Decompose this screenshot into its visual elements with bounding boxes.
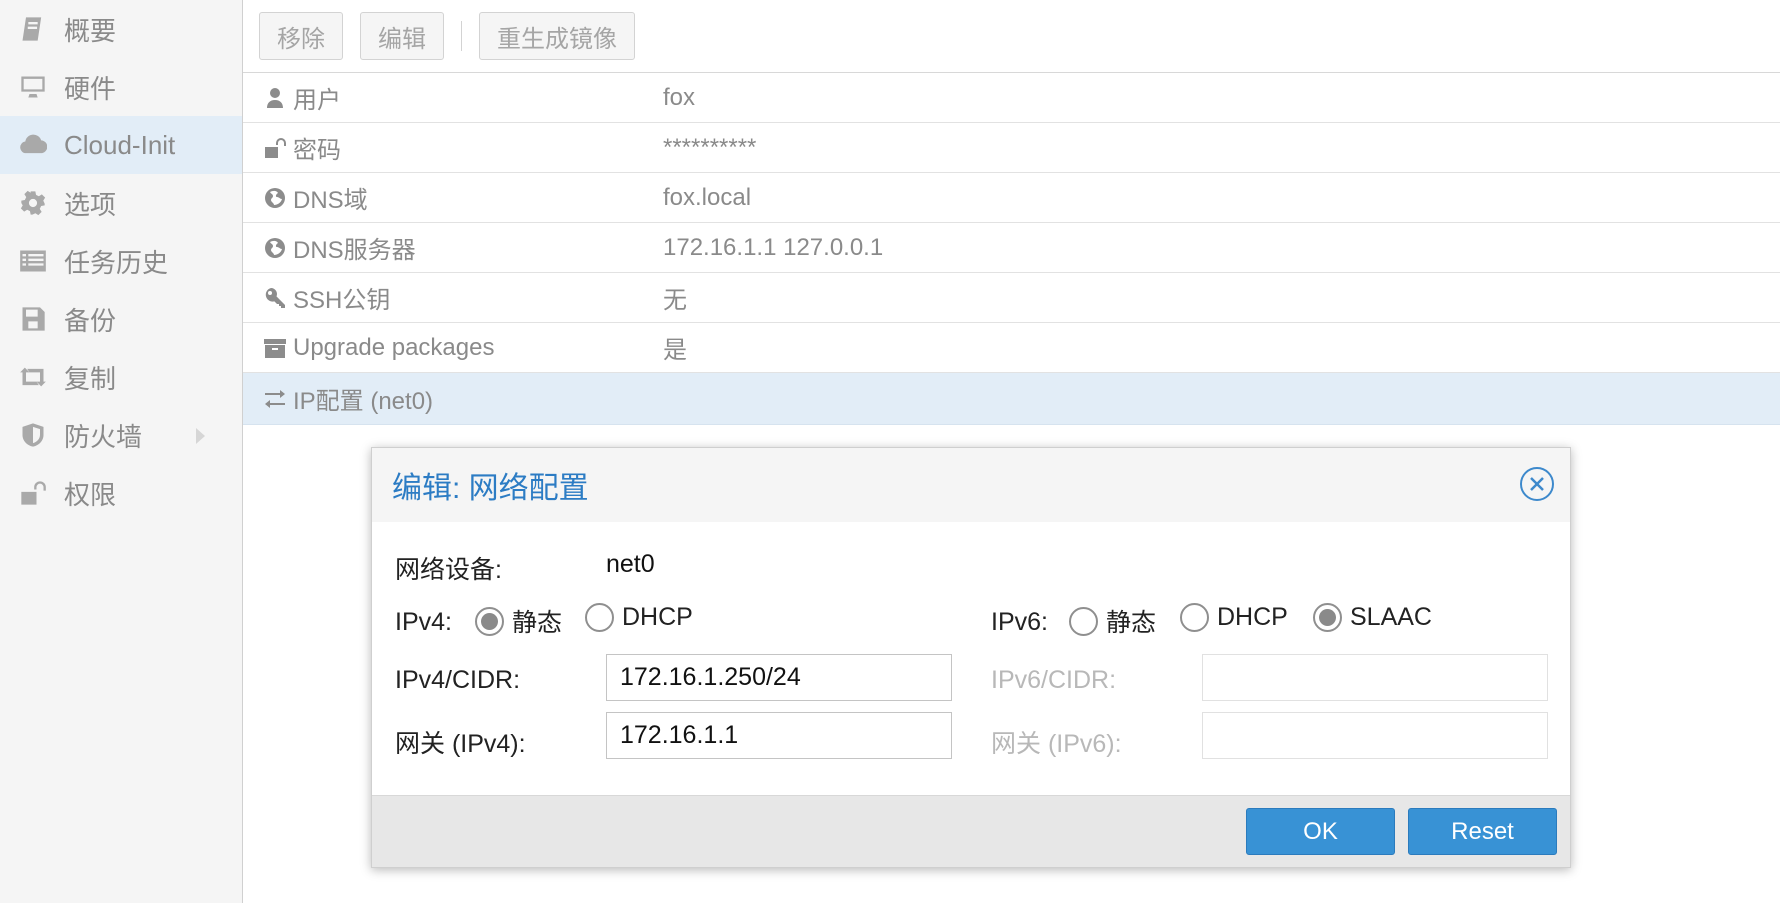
ipv6-label: IPv6: bbox=[991, 608, 1048, 636]
property-key: DNS域 bbox=[293, 187, 368, 214]
ipv6-cidr-input[interactable] bbox=[1202, 654, 1548, 701]
property-key: IP配置 (net0) bbox=[293, 388, 434, 415]
radio-label: DHCP bbox=[1217, 603, 1288, 631]
sidebar-item-hardware[interactable]: 硬件 bbox=[0, 58, 242, 116]
edit-button[interactable]: 编辑 bbox=[360, 12, 444, 60]
sidebar-item-summary[interactable]: 概要 bbox=[0, 0, 242, 58]
unlock-icon bbox=[265, 137, 286, 158]
ipv6-slaac-radio[interactable]: SLAAC bbox=[1313, 603, 1432, 632]
sidebar-item-permissions[interactable]: 权限 bbox=[0, 464, 242, 522]
ipv4-cidr-label: IPv4/CIDR: bbox=[395, 666, 521, 694]
property-value: 无 bbox=[663, 287, 687, 314]
radio-unchecked-icon bbox=[1180, 603, 1209, 632]
regenerate-image-button[interactable]: 重生成镜像 bbox=[479, 12, 635, 60]
properties-grid: 用户 fox 密码 ********** DNS域 fox.local DNS服… bbox=[243, 73, 1780, 425]
dialog-title: 编辑: 网络配置 bbox=[392, 472, 589, 505]
gateway-ipv4-input[interactable]: 172.16.1.1 bbox=[606, 712, 952, 759]
property-key: 密码 bbox=[293, 137, 341, 164]
network-config-dialog: 编辑: 网络配置 网络设备: net0 IPv4: 静态 DHCP IPv6: … bbox=[371, 447, 1571, 868]
reset-button[interactable]: Reset bbox=[1408, 808, 1557, 855]
desktop-icon bbox=[18, 72, 48, 102]
network-device-value: net0 bbox=[606, 550, 655, 578]
archive-icon bbox=[264, 338, 286, 358]
gear-icon bbox=[18, 188, 48, 218]
property-key: SSH公钥 bbox=[293, 287, 391, 314]
book-icon bbox=[18, 14, 48, 44]
sidebar-item-options[interactable]: 选项 bbox=[0, 174, 242, 232]
floppy-icon bbox=[18, 304, 48, 334]
shield-icon bbox=[18, 420, 48, 450]
toolbar-separator bbox=[461, 21, 462, 51]
table-row[interactable]: 用户 fox bbox=[243, 73, 1780, 123]
ok-button[interactable]: OK bbox=[1246, 808, 1395, 855]
property-key: 用户 bbox=[293, 87, 341, 114]
ipv4-dhcp-radio[interactable]: DHCP bbox=[585, 603, 693, 632]
property-value: fox bbox=[663, 83, 696, 111]
sidebar-item-cloud-init[interactable]: Cloud-Init bbox=[0, 116, 242, 174]
exchange-icon bbox=[265, 389, 285, 408]
property-key: Upgrade packages bbox=[293, 333, 495, 361]
ipv4-label: IPv4: bbox=[395, 608, 452, 636]
globe-icon bbox=[265, 237, 285, 258]
sidebar-item-label: 硬件 bbox=[64, 73, 117, 104]
expand-arrow-icon[interactable] bbox=[196, 428, 205, 444]
sidebar-item-label: 任务历史 bbox=[64, 247, 169, 278]
unlock-icon bbox=[18, 478, 48, 508]
sidebar-item-label: 权限 bbox=[64, 479, 117, 510]
gateway-ipv6-input[interactable] bbox=[1202, 712, 1548, 759]
toolbar: 移除 编辑 重生成镜像 bbox=[243, 0, 1780, 73]
key-icon bbox=[265, 287, 285, 308]
property-value: ********** bbox=[663, 133, 757, 161]
radio-checked-icon bbox=[1313, 603, 1342, 632]
table-row[interactable]: Upgrade packages 是 bbox=[243, 323, 1780, 373]
radio-label: 静态 bbox=[1106, 609, 1157, 637]
table-row[interactable]: SSH公钥 无 bbox=[243, 273, 1780, 323]
ipv6-cidr-label: IPv6/CIDR: bbox=[991, 666, 1117, 694]
sidebar-item-label: 备份 bbox=[64, 305, 117, 336]
sidebar-item-firewall[interactable]: 防火墙 bbox=[0, 406, 242, 464]
sidebar: 概要 硬件 Cloud-Init 选项 任务历史 备份 复制 防火墙 权限 bbox=[0, 0, 243, 903]
property-value: 是 bbox=[663, 337, 687, 364]
table-row[interactable]: DNS服务器 172.16.1.1 127.0.0.1 bbox=[243, 223, 1780, 273]
list-icon bbox=[18, 246, 48, 276]
globe-icon bbox=[265, 187, 285, 208]
ipv6-dhcp-radio[interactable]: DHCP bbox=[1180, 603, 1288, 632]
user-icon bbox=[267, 87, 283, 108]
close-icon[interactable] bbox=[1520, 467, 1554, 501]
table-row-selected[interactable]: IP配置 (net0) bbox=[243, 373, 1780, 425]
gateway-ipv6-label: 网关 (IPv6): bbox=[991, 730, 1122, 758]
dialog-footer: OK Reset bbox=[372, 795, 1570, 867]
ipv4-cidr-input[interactable]: 172.16.1.250/24 bbox=[606, 654, 952, 701]
network-device-label: 网络设备: bbox=[395, 556, 502, 584]
cloud-icon bbox=[18, 130, 48, 160]
sidebar-item-label: 概要 bbox=[64, 15, 117, 46]
ipv4-static-radio[interactable]: 静态 bbox=[475, 603, 562, 639]
property-key: DNS服务器 bbox=[293, 237, 416, 264]
radio-label: SLAAC bbox=[1350, 603, 1432, 631]
radio-checked-icon bbox=[475, 606, 504, 636]
remove-button[interactable]: 移除 bbox=[259, 12, 343, 60]
ipv6-static-radio[interactable]: 静态 bbox=[1069, 603, 1156, 639]
sidebar-item-label: 防火墙 bbox=[64, 421, 143, 452]
radio-label: DHCP bbox=[622, 603, 693, 631]
sidebar-item-label: 选项 bbox=[64, 189, 117, 220]
gateway-ipv4-label: 网关 (IPv4): bbox=[395, 730, 526, 758]
table-row[interactable]: DNS域 fox.local bbox=[243, 173, 1780, 223]
retweet-icon bbox=[18, 362, 48, 392]
radio-unchecked-icon bbox=[1069, 606, 1098, 636]
dialog-body: 网络设备: net0 IPv4: 静态 DHCP IPv6: 静态 DHCP S… bbox=[372, 522, 1570, 796]
table-row[interactable]: 密码 ********** bbox=[243, 123, 1780, 173]
dialog-header: 编辑: 网络配置 bbox=[372, 448, 1570, 522]
sidebar-item-task-history[interactable]: 任务历史 bbox=[0, 232, 242, 290]
property-value: 172.16.1.1 127.0.0.1 bbox=[663, 233, 884, 261]
property-value: fox.local bbox=[663, 183, 752, 211]
sidebar-item-backup[interactable]: 备份 bbox=[0, 290, 242, 348]
radio-unchecked-icon bbox=[585, 603, 614, 632]
radio-label: 静态 bbox=[512, 609, 563, 637]
sidebar-item-label: Cloud-Init bbox=[64, 129, 176, 160]
sidebar-item-replication[interactable]: 复制 bbox=[0, 348, 242, 406]
sidebar-item-label: 复制 bbox=[64, 363, 117, 394]
